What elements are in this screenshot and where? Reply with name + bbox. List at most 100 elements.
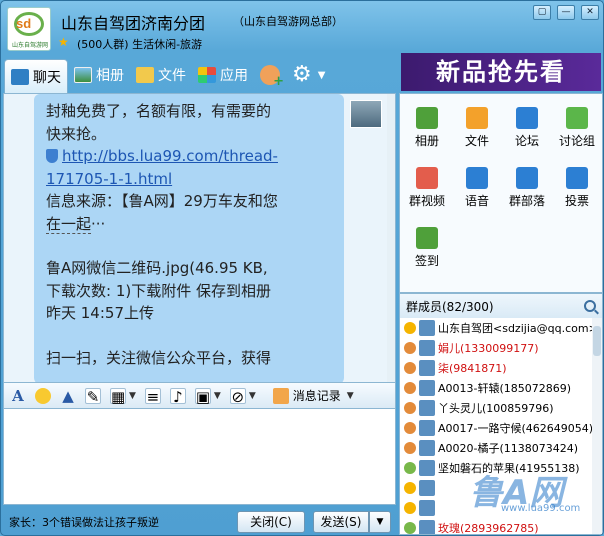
message-line: 封釉免费了，名额有限，有需要的	[46, 102, 272, 120]
member-name: A0017-一路守候(462649054)	[438, 422, 594, 435]
add-member-button[interactable]	[254, 59, 286, 91]
close-window-button[interactable]: ✕	[581, 5, 599, 20]
member-name: A0013-轩辕(185072869)	[438, 382, 572, 395]
message-line: 快来抢。	[46, 124, 107, 143]
voice-icon	[466, 167, 488, 189]
group-name[interactable]: 山东自驾团济南分团	[61, 10, 205, 34]
app-label: 群部落	[508, 194, 545, 208]
tab-file[interactable]: 文件	[130, 59, 192, 91]
group-avatar[interactable]: sd 山东自驾游网	[7, 7, 51, 51]
tab-album[interactable]: 相册	[68, 59, 130, 91]
member-row[interactable]: 娟儿(1330099177)	[400, 338, 602, 358]
thread-link[interactable]: http://bbs.lua99.com/thread-171705-1-1.h…	[46, 147, 278, 188]
sender-avatar[interactable]	[350, 100, 382, 128]
app-label: 论坛	[514, 134, 539, 148]
chevron-down-icon: ▼	[317, 69, 326, 81]
music-icon[interactable]: ♪	[169, 387, 186, 405]
member-row[interactable]: A0020-橘子(1138073424)	[400, 438, 602, 458]
close-button[interactable]: 关闭(C)	[237, 511, 305, 533]
member-row[interactable]: 山东自驾团<sdzijia@qq.com>	[400, 318, 602, 338]
tab-chat[interactable]: 聊天	[4, 59, 68, 93]
search-icon[interactable]	[584, 300, 596, 312]
app-label: 讨论组	[558, 134, 595, 148]
send-button[interactable]: 发送(S)	[313, 511, 369, 533]
title-bar[interactable]: sd 山东自驾游网 山东自驾团济南分团 （山东自驾游网总部） ★ (500人群)…	[1, 1, 603, 57]
screenshot-icon[interactable]: ▣	[194, 387, 211, 405]
star-icon: ★	[58, 35, 69, 49]
member-name: 柒(9841871)	[438, 362, 507, 375]
app-item[interactable]: 群部落	[502, 158, 552, 218]
app-item[interactable]: 群视频	[402, 158, 452, 218]
chevron-down-icon[interactable]: ▼	[249, 391, 256, 401]
app-label: 文件	[464, 134, 489, 148]
app-item[interactable]: 文件	[452, 98, 502, 158]
role-icon	[404, 442, 416, 454]
member-row[interactable]	[400, 478, 602, 498]
main-toolbar: 聊天 相册 文件 应用 ⚙ ▼	[1, 57, 399, 93]
avatar	[419, 360, 435, 376]
block-icon[interactable]: ⊘	[229, 387, 246, 405]
maximize-button[interactable]: ▢	[533, 5, 551, 20]
member-row[interactable]: 丫头灵儿(100859796)	[400, 398, 602, 418]
settings-button[interactable]: ⚙ ▼	[286, 59, 331, 91]
chat-history[interactable]: 封釉免费了，名额有限，有需要的 快来抢。 http://bbs.lua99.co…	[3, 93, 396, 383]
message-log-button[interactable]: 消息记录 ▼	[272, 387, 354, 404]
handwriting-icon[interactable]: ✎	[85, 387, 101, 405]
avatar	[419, 400, 435, 416]
tab-chat-label: 聊天	[33, 69, 61, 86]
member-name: 坚如磐石的苹果(41955138)	[438, 462, 580, 475]
chevron-down-icon[interactable]: ▼	[214, 391, 221, 401]
member-row[interactable]	[400, 498, 602, 518]
role-icon	[404, 422, 416, 434]
scroll-thumb[interactable]	[593, 326, 601, 356]
app-item[interactable]: 论坛	[502, 98, 552, 158]
app-item[interactable]: 讨论组	[552, 98, 602, 158]
avatar	[419, 420, 435, 436]
app-label: 投票	[564, 194, 589, 208]
status-news-link[interactable]: 家长：3个错误做法让孩子叛逆	[9, 514, 159, 530]
emoji-icon[interactable]	[35, 387, 51, 404]
font-icon[interactable]: A	[10, 388, 26, 404]
member-row[interactable]: 玫瑰(2893962785)	[400, 518, 602, 535]
app-item[interactable]: 语音	[452, 158, 502, 218]
shake-icon[interactable]: ▲	[60, 388, 76, 404]
app-item[interactable]: 相册	[402, 98, 452, 158]
role-icon	[404, 522, 416, 534]
image-icon[interactable]: ▦	[110, 387, 126, 405]
message-input[interactable]	[3, 409, 396, 505]
app-item[interactable]: 签到	[402, 218, 452, 278]
member-name: 山东自驾团<sdzijia@qq.com>	[438, 322, 598, 335]
tab-apps[interactable]: 应用	[192, 59, 254, 91]
member-name: 玫瑰(2893962785)	[438, 522, 539, 535]
attachment-line-2[interactable]: 下载次数: 1)下载附件 保存到相册	[46, 280, 332, 303]
chevron-down-icon[interactable]: ▼	[129, 391, 136, 401]
member-name: 丫头灵儿(100859796)	[438, 402, 554, 415]
folder-icon	[136, 67, 154, 83]
app-label: 签到	[414, 254, 439, 268]
members-count: 群成员(82/300)	[406, 299, 494, 314]
member-row[interactable]: A0017-一路守候(462649054)	[400, 418, 602, 438]
member-row[interactable]: A0013-轩辕(185072869)	[400, 378, 602, 398]
member-row[interactable]: 柒(9841871)	[400, 358, 602, 378]
members-panel: 群成员(82/300) 山东自驾团<sdzijia@qq.com> 娟儿(1330…	[399, 293, 603, 535]
send-options-button[interactable]: ▼	[369, 511, 391, 533]
minimize-button[interactable]: —	[557, 5, 575, 20]
format-toolbar: A ▲ ✎ ▦ ▼ ≡ ♪ ▣ ▼ ⊘ ▼ 消息记录 ▼	[3, 383, 396, 409]
attachment-time: 昨天 14:57上传	[46, 304, 154, 322]
role-icon	[404, 482, 416, 494]
app-item[interactable]: 投票	[552, 158, 602, 218]
note-icon[interactable]: ≡	[144, 387, 161, 405]
member-row[interactable]: 坚如磐石的苹果(41955138)	[400, 458, 602, 478]
source-link[interactable]: 在一起	[46, 214, 92, 234]
vote-icon	[566, 167, 588, 189]
source-prefix: 信息来源：【鲁A网】29万车友和您	[46, 192, 278, 210]
source-line: 信息来源：【鲁A网】29万车友和您	[46, 190, 332, 213]
chat-scrollbar[interactable]	[387, 94, 395, 382]
message-line: 扫一扫，关注微信公众平台，获得	[46, 348, 272, 367]
role-icon	[404, 362, 416, 374]
tab-file-label: 文件	[158, 68, 186, 84]
file-icon	[466, 107, 488, 129]
ad-banner[interactable]: 新品抢先看	[401, 53, 601, 91]
members-scrollbar[interactable]	[592, 318, 602, 534]
